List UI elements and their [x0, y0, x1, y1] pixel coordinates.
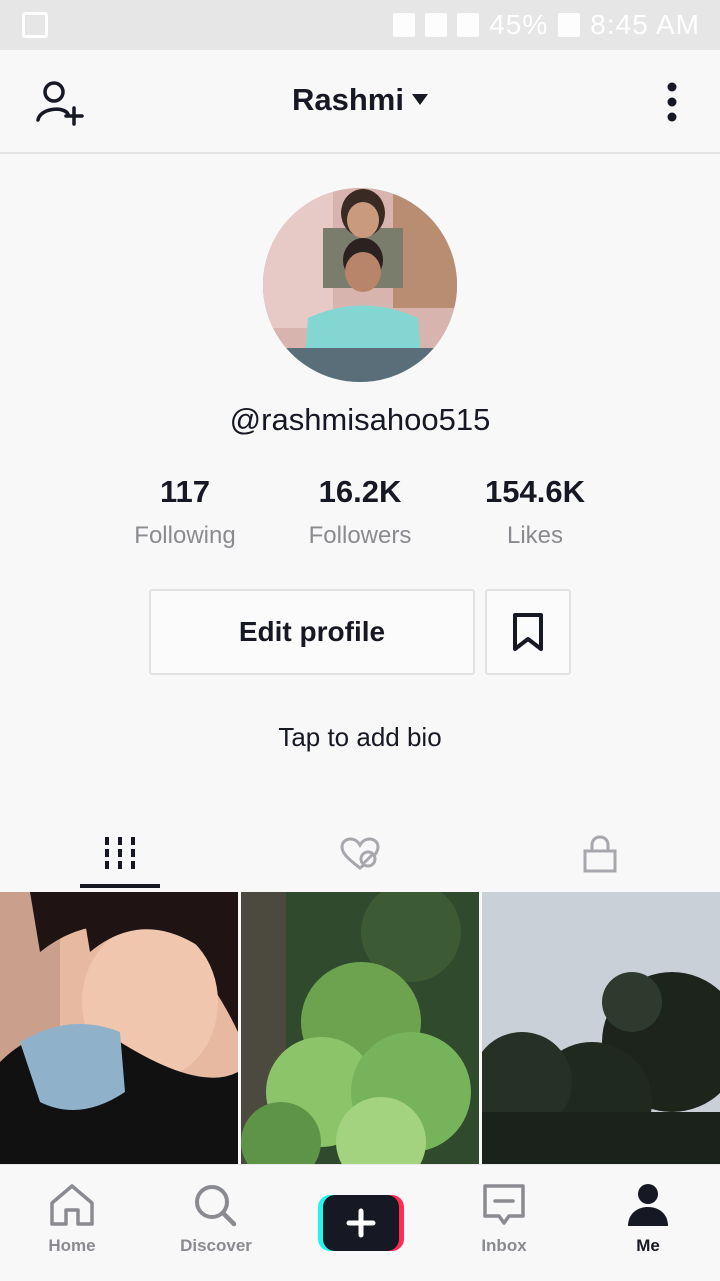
stat-value: 117: [159, 474, 210, 509]
nav-discover[interactable]: Discover: [144, 1183, 288, 1256]
account-switcher[interactable]: Rashmi: [0, 82, 720, 118]
tab-private[interactable]: [480, 818, 720, 890]
more-options-icon[interactable]: [664, 82, 680, 122]
avatar[interactable]: [263, 188, 457, 382]
content-tabs: [0, 818, 720, 890]
home-icon: [50, 1184, 94, 1226]
favorites-button[interactable]: [485, 589, 571, 675]
profile-header: Rashmi: [0, 50, 720, 154]
stat-likes[interactable]: 154.6K Likes: [455, 474, 615, 550]
nav-label: Me: [636, 1236, 660, 1255]
notification-icon: [22, 12, 48, 38]
video-grid: [0, 892, 720, 1164]
search-icon: [195, 1185, 237, 1227]
stat-label: Likes: [506, 522, 564, 549]
nav-label: Discover: [180, 1236, 252, 1255]
nav-label: Home: [48, 1236, 96, 1255]
video-thumbnail[interactable]: [482, 892, 720, 1164]
inbox-icon: [483, 1184, 525, 1225]
create-video-button[interactable]: [318, 1195, 404, 1251]
page-title: Rashmi: [292, 82, 404, 117]
lock-icon: [583, 835, 617, 873]
active-tab-indicator: [80, 884, 160, 888]
wifi-icon: [425, 13, 448, 37]
nav-home[interactable]: Home: [0, 1183, 144, 1256]
status-right: 45% 8:45 AM: [393, 9, 700, 41]
username-handle: @rashmisahoo515: [229, 402, 491, 437]
stat-value: 16.2K: [318, 474, 402, 509]
alarm-icon: [457, 13, 480, 37]
stat-label: Followers: [308, 522, 412, 549]
battery-icon: [558, 13, 581, 37]
clock: 8:45 AM: [590, 9, 700, 40]
tab-liked[interactable]: [240, 818, 480, 890]
bottom-navigation: Home Discover Inbox Me: [0, 1164, 720, 1281]
nav-me[interactable]: Me: [576, 1183, 720, 1256]
stat-value: 154.6K: [485, 474, 585, 509]
status-bar: 45% 8:45 AM: [0, 0, 720, 50]
video-thumbnail-image: [241, 892, 479, 1164]
add-bio-prompt[interactable]: Tap to add bio: [0, 722, 720, 753]
profile-stats: 117 Following 16.2K Followers 154.6K Lik…: [0, 474, 720, 554]
stat-following[interactable]: 117 Following: [105, 474, 265, 550]
liked-videos-icon: [340, 837, 380, 870]
video-thumbnail-image: [0, 892, 238, 1164]
edit-profile-button[interactable]: Edit profile: [149, 589, 475, 675]
nav-label: Inbox: [481, 1236, 527, 1255]
avatar-photo: [263, 188, 457, 382]
chevron-down-icon: [411, 94, 428, 106]
video-thumbnail[interactable]: [241, 892, 479, 1164]
signal-icon: [393, 13, 416, 37]
video-thumbnail[interactable]: [0, 892, 238, 1164]
nav-inbox[interactable]: Inbox: [432, 1183, 576, 1256]
video-thumbnail-image: [482, 892, 720, 1164]
tab-videos[interactable]: [0, 818, 240, 890]
stat-followers[interactable]: 16.2K Followers: [280, 474, 440, 550]
bookmark-icon: [513, 613, 543, 651]
profile-icon: [628, 1184, 668, 1226]
videos-grid-icon: [105, 837, 135, 869]
battery-level: 45%: [489, 9, 549, 40]
stat-label: Following: [134, 522, 236, 549]
